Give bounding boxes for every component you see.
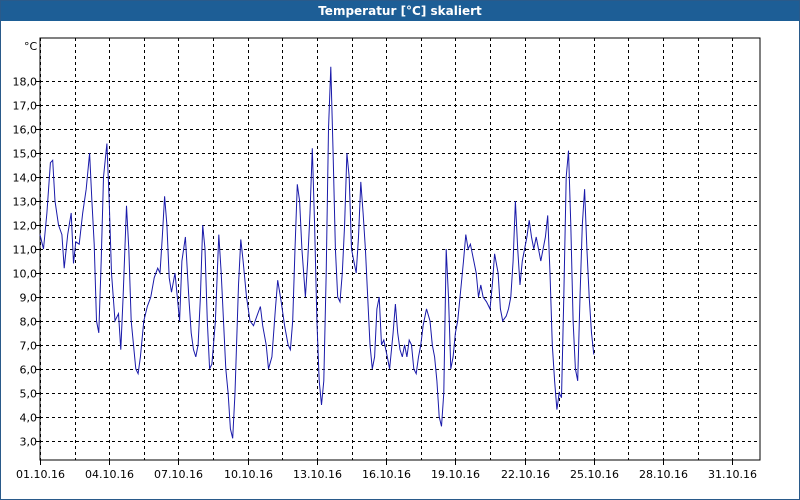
y-tick-label: 15,0 [13,148,38,161]
y-tick-label: 9,0 [20,292,38,305]
x-tick-label: 04.10.16 [85,468,134,481]
temperature-chart: °C 3,0 4,0 5,0 6,0 7,0 8,0 9,0 10,0 11,0 12,0 13,0… [13,37,761,481]
x-tick-label: 01.10.16 [16,468,65,481]
y-tick-label: 3,0 [20,436,38,449]
x-tick-label: 19.10.16 [431,468,480,481]
x-tick-label: 07.10.16 [154,468,203,481]
y-tick-label: 17,0 [13,100,38,113]
y-axis-unit-label: °C [24,40,38,53]
y-tick-label: 18,0 [13,76,38,89]
y-tick-label: 8,0 [20,316,38,329]
y-tick-label: 4,0 [20,412,38,425]
y-tick-labels: 3,0 4,0 5,0 6,0 7,0 8,0 9,0 10,0 11,0 12,0 13,0 14,… [13,76,38,449]
y-tick-label: 7,0 [20,340,38,353]
y-tick-label: 11,0 [13,244,38,257]
y-tick-label: 5,0 [20,388,38,401]
y-tick-label: 16,0 [13,124,38,137]
x-tick-label: 28.10.16 [639,468,688,481]
x-tick-label: 22.10.16 [501,468,550,481]
y-tick-label: 12,0 [13,220,38,233]
x-tick-label: 10.10.16 [224,468,273,481]
y-tick-label: 10,0 [13,268,38,281]
y-tick-label: 14,0 [13,172,38,185]
x-tick-label: 16.10.16 [362,468,411,481]
x-tick-label: 25.10.16 [570,468,619,481]
x-tick-label: 31.10.16 [708,468,757,481]
y-tick-label: 6,0 [20,364,38,377]
x-tick-labels: 01.10.16 04.10.16 07.10.16 10.10.16 13.10.16… [16,468,757,481]
y-tick-label: 13,0 [13,196,38,209]
x-tick-label: 13.10.16 [293,468,342,481]
